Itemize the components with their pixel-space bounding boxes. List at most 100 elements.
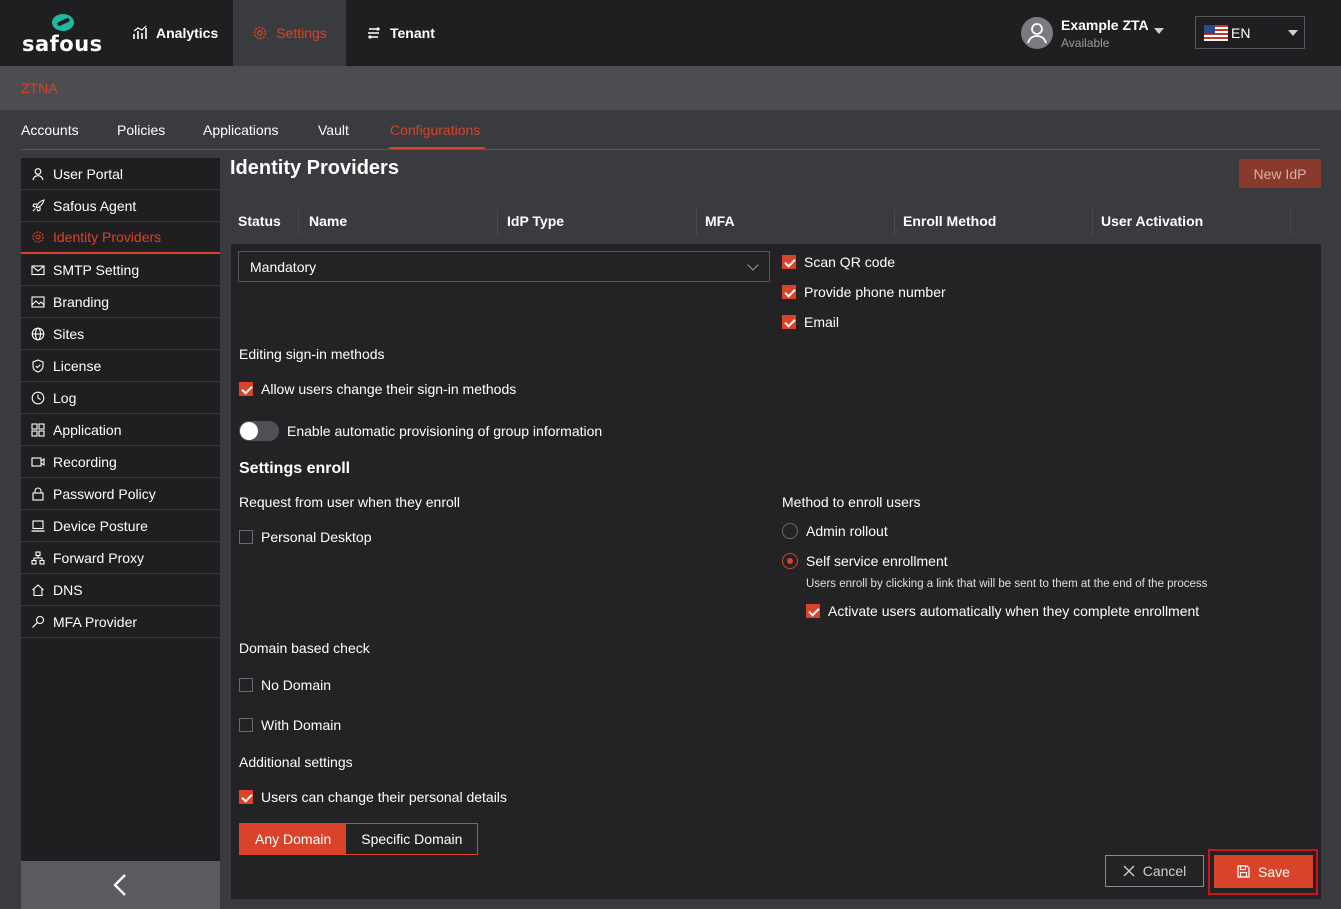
topnav-analytics[interactable]: Analytics [132, 0, 218, 66]
key-icon [32, 615, 45, 628]
with-domain-option[interactable]: With Domain [239, 717, 341, 733]
sidebar-item-branding[interactable]: Branding [21, 286, 220, 318]
sidebar-item-password-policy[interactable]: Password Policy [21, 478, 220, 510]
personal-details-option[interactable]: Users can change their personal details [239, 789, 507, 805]
user-name: Example ZTA [1061, 17, 1149, 33]
shield-icon [32, 358, 44, 373]
subtabs: Accounts Policies Applications Vault Con… [0, 110, 1341, 150]
column-status[interactable]: Status [238, 213, 281, 229]
column-divider [696, 209, 697, 235]
user-menu[interactable]: Example ZTA Available [1021, 16, 1171, 50]
table-header: Status Name IdP Type MFA Enroll Method U… [230, 205, 1320, 239]
safous-logo[interactable]: safous [22, 12, 106, 56]
with-domain-label: With Domain [261, 717, 342, 733]
tab-policies[interactable]: Policies [117, 122, 165, 138]
save-label: Save [1258, 863, 1290, 880]
column-name[interactable]: Name [309, 213, 347, 229]
personal-desktop-option[interactable]: Personal Desktop [239, 529, 372, 545]
sidebar-item-sites[interactable]: Sites [21, 318, 220, 350]
sidebar-item-label: Recording [53, 453, 117, 470]
personal-details-label: Users can change their personal details [261, 789, 507, 805]
topnav-tenant[interactable]: Tenant [366, 0, 435, 66]
specific-domain-button[interactable]: Specific Domain [346, 824, 477, 854]
language-select[interactable]: EN [1195, 16, 1305, 49]
scan-qr-checkbox[interactable] [782, 255, 796, 269]
sidebar-item-license[interactable]: License [21, 350, 220, 382]
any-domain-button[interactable]: Any Domain [240, 824, 347, 854]
no-domain-checkbox[interactable] [239, 678, 253, 692]
sidebar-item-label: Application [53, 421, 122, 438]
auto-provision-toggle[interactable] [239, 421, 279, 441]
email-option[interactable]: Email [782, 314, 839, 330]
column-divider [497, 209, 498, 235]
phone-checkbox[interactable] [782, 285, 796, 299]
user-status: Available [1061, 36, 1110, 50]
section-bar: ZTNA [0, 66, 1341, 110]
sidebar-item-label: Sites [53, 325, 85, 342]
sidebar-item-dns[interactable]: DNS [21, 574, 220, 606]
activate-label: Activate users automatically when they c… [828, 603, 1200, 619]
sidebar-item-smtp-setting[interactable]: SMTP Setting [21, 254, 220, 286]
sidebar-item-label: Device Posture [53, 517, 148, 534]
allow-change-checkbox[interactable] [239, 382, 253, 396]
lock-icon [32, 487, 44, 501]
activate-checkbox[interactable] [806, 604, 820, 618]
column-user-activation[interactable]: User Activation [1101, 213, 1203, 229]
globe-icon [31, 327, 45, 340]
sidebar-item-device-posture[interactable]: Device Posture [21, 510, 220, 542]
mfa-select[interactable]: Mandatory [238, 251, 770, 282]
sidebar-item-safous-agent[interactable]: Safous Agent [21, 190, 220, 222]
phone-option[interactable]: Provide phone number [782, 284, 946, 300]
sidebar-item-user-portal[interactable]: User Portal [21, 158, 220, 190]
column-mfa[interactable]: MFA [705, 213, 735, 229]
self-service-option[interactable]: Self service enrollment [782, 553, 948, 569]
auto-provision-label: Enable automatic provisioning of group i… [287, 423, 603, 439]
email-checkbox[interactable] [782, 315, 796, 329]
cancel-button[interactable]: Cancel [1105, 855, 1204, 887]
column-enroll-method[interactable]: Enroll Method [903, 213, 996, 229]
tab-vault[interactable]: Vault [318, 122, 349, 138]
rocket-icon [32, 198, 45, 212]
sidebar-item-forward-proxy[interactable]: Forward Proxy [21, 542, 220, 574]
auto-provision-option[interactable]: Enable automatic provisioning of group i… [239, 421, 602, 441]
sidebar-item-log[interactable]: Log [21, 382, 220, 414]
self-service-radio[interactable] [782, 553, 798, 569]
user-icon [32, 167, 44, 180]
sidebar-item-recording[interactable]: Recording [21, 446, 220, 478]
self-service-label: Self service enrollment [806, 553, 948, 569]
gear-icon [32, 231, 44, 243]
personal-desktop-checkbox[interactable] [239, 530, 253, 544]
chevron-down-icon [747, 259, 759, 271]
save-button[interactable]: Save [1214, 855, 1313, 888]
new-idp-button[interactable]: New IdP [1239, 159, 1321, 188]
scan-qr-option[interactable]: Scan QR code [782, 254, 895, 270]
admin-rollout-radio[interactable] [782, 523, 798, 539]
sidebar: User Portal Safous Agent Identity Provid… [21, 158, 220, 909]
topnav-settings[interactable]: Settings [233, 0, 346, 66]
column-divider [894, 209, 895, 235]
close-icon [1123, 865, 1135, 877]
column-divider [298, 209, 299, 235]
admin-rollout-option[interactable]: Admin rollout [782, 523, 888, 539]
tab-configurations[interactable]: Configurations [390, 122, 480, 138]
tab-accounts[interactable]: Accounts [21, 122, 79, 138]
tenant-icon [368, 27, 380, 39]
gear-icon [254, 26, 267, 40]
sidebar-item-mfa-provider[interactable]: MFA Provider [21, 606, 220, 638]
user-avatar-icon [1027, 23, 1047, 44]
home-icon [32, 583, 44, 596]
logo-text: safous [22, 32, 103, 56]
allow-change-option[interactable]: Allow users change their sign-in methods [239, 381, 516, 397]
no-domain-option[interactable]: No Domain [239, 677, 331, 693]
scan-qr-label: Scan QR code [804, 254, 896, 270]
admin-rollout-label: Admin rollout [806, 523, 888, 539]
activate-option[interactable]: Activate users automatically when they c… [806, 603, 1199, 619]
personal-details-checkbox[interactable] [239, 790, 253, 804]
with-domain-checkbox[interactable] [239, 718, 253, 732]
column-idp-type[interactable]: IdP Type [507, 213, 564, 229]
collapse-sidebar-button[interactable] [21, 861, 220, 909]
sidebar-item-application[interactable]: Application [21, 414, 220, 446]
sidebar-item-identity-providers[interactable]: Identity Providers [21, 222, 220, 254]
sidebar-item-label: Password Policy [53, 485, 156, 502]
tab-applications[interactable]: Applications [203, 122, 279, 138]
